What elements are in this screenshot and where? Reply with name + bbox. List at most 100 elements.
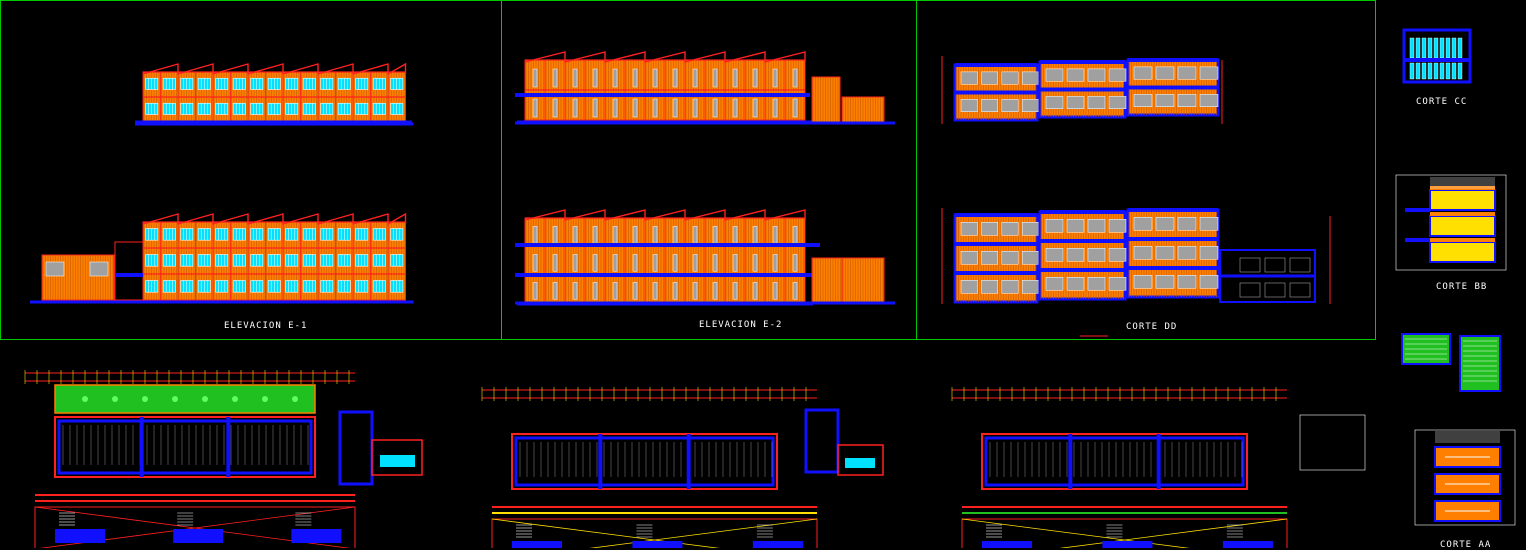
door	[652, 68, 658, 88]
window	[960, 222, 978, 236]
window	[1087, 277, 1106, 291]
door	[732, 254, 738, 272]
window	[1445, 37, 1451, 59]
window	[1087, 96, 1106, 109]
label-corte-cc: CORTE CC	[1416, 97, 1468, 107]
door	[772, 282, 778, 300]
window	[981, 251, 999, 265]
stair-block	[173, 529, 224, 543]
elevation-e1-upper	[135, 62, 414, 126]
window	[1087, 248, 1106, 262]
window	[89, 261, 109, 277]
elevation-e2-lower	[515, 209, 895, 306]
window	[1021, 222, 1039, 236]
floor-plan-3	[951, 387, 1366, 548]
window	[1439, 37, 1445, 59]
window	[1421, 62, 1427, 80]
window	[1001, 99, 1019, 112]
cad-drawing-sheet: ELEVACION E-1 ELEVACION E-2 CORTE DD COR…	[0, 0, 1526, 550]
door	[592, 68, 598, 88]
floor-band	[1429, 215, 1496, 237]
window	[1289, 257, 1311, 273]
window	[1133, 275, 1153, 289]
label-elevacion-e2: ELEVACION E-2	[699, 320, 783, 330]
window	[1133, 217, 1153, 231]
window	[1021, 280, 1039, 294]
window	[1108, 219, 1127, 233]
door	[532, 226, 538, 244]
door	[752, 282, 758, 300]
window	[1045, 219, 1064, 233]
door	[652, 282, 658, 300]
window	[1108, 96, 1127, 109]
stair-block	[512, 541, 562, 548]
door	[652, 226, 658, 244]
fixtures	[380, 455, 415, 467]
door	[612, 68, 618, 88]
slab	[1430, 212, 1495, 216]
door	[712, 254, 718, 272]
window	[1289, 282, 1311, 298]
door	[692, 226, 698, 244]
door	[712, 98, 718, 118]
window	[1066, 68, 1085, 82]
door	[592, 282, 598, 300]
window	[1045, 248, 1064, 262]
door	[672, 226, 678, 244]
window	[1133, 246, 1153, 260]
window	[981, 99, 999, 112]
fixtures	[845, 458, 875, 468]
door	[592, 98, 598, 118]
annex-outline	[1299, 414, 1366, 471]
label-corte-dd: CORTE DD	[1126, 322, 1178, 332]
door	[632, 68, 638, 88]
door	[572, 226, 578, 244]
window	[1066, 96, 1085, 109]
window	[1066, 277, 1085, 291]
door	[552, 282, 558, 300]
window	[1177, 275, 1197, 289]
door	[772, 68, 778, 88]
door	[772, 254, 778, 272]
window	[1045, 277, 1064, 291]
window	[1001, 71, 1019, 85]
label-corte-aa: CORTE AA	[1440, 540, 1492, 550]
window	[981, 71, 999, 85]
door	[752, 68, 758, 88]
door	[712, 68, 718, 88]
door	[772, 98, 778, 118]
classroom-band	[54, 416, 316, 478]
window	[1133, 66, 1153, 80]
window	[1001, 251, 1019, 265]
classroom-wall	[57, 419, 313, 475]
tree-symbol	[202, 396, 208, 402]
window	[1199, 275, 1219, 289]
stair-block	[1222, 541, 1273, 548]
window	[1433, 62, 1439, 80]
door	[672, 254, 678, 272]
window	[1199, 246, 1219, 260]
door	[792, 226, 798, 244]
window	[1001, 222, 1019, 236]
window	[1421, 37, 1427, 59]
window	[1199, 94, 1219, 107]
window	[1108, 248, 1127, 262]
window	[1045, 96, 1064, 109]
door	[572, 282, 578, 300]
floor-band	[1429, 241, 1496, 263]
label-corte-bb: CORTE BB	[1436, 282, 1488, 292]
window	[1457, 37, 1463, 59]
window	[960, 251, 978, 265]
classroom-band	[981, 433, 1248, 490]
tree-symbol	[172, 396, 178, 402]
window	[1066, 248, 1085, 262]
window	[1108, 277, 1127, 291]
tree-symbol	[262, 396, 268, 402]
door	[572, 68, 578, 88]
door	[532, 282, 538, 300]
section-bb	[1395, 174, 1507, 271]
door	[612, 226, 618, 244]
window	[1155, 94, 1175, 107]
window	[1451, 62, 1457, 80]
window	[1177, 94, 1197, 107]
